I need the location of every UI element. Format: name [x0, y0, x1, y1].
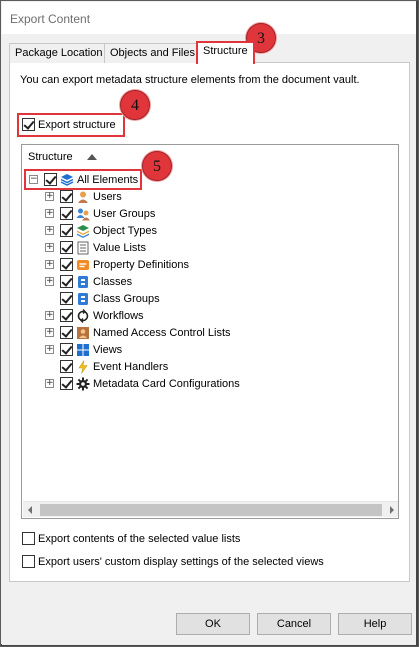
tree-row-named-access-control-lists[interactable]: + Named Access Control Lists: [45, 324, 231, 341]
metadata-card-configurations-label: Metadata Card Configurations: [93, 377, 240, 390]
export-display-settings-checkbox[interactable]: [22, 555, 35, 568]
all-elements-icon: [60, 173, 74, 187]
expand-icon[interactable]: +: [45, 260, 54, 269]
structure-tree: Structure − All Elements + Users + User …: [21, 144, 399, 519]
scroll-left-icon[interactable]: [28, 506, 32, 514]
ok-button[interactable]: OK: [176, 613, 250, 635]
callout-badge-5: 5: [142, 151, 172, 181]
sort-ascending-icon: [86, 154, 97, 160]
class-groups-label: Class Groups: [93, 292, 160, 305]
collapse-icon[interactable]: −: [29, 175, 38, 184]
users-checkbox[interactable]: [60, 190, 73, 203]
event-handlers-label: Event Handlers: [93, 360, 169, 373]
class-groups-checkbox[interactable]: [60, 292, 73, 305]
expand-icon[interactable]: +: [45, 226, 54, 235]
tree-row-class-groups[interactable]: Class Groups: [45, 290, 160, 307]
tree-row-all-elements[interactable]: − All Elements: [29, 171, 138, 188]
export-content-dialog: Export Content Package Location Objects …: [0, 0, 419, 647]
structure-column-header[interactable]: Structure: [28, 151, 97, 163]
workflows-checkbox[interactable]: [60, 309, 73, 322]
expand-icon[interactable]: +: [45, 311, 54, 320]
expand-icon[interactable]: +: [45, 277, 54, 286]
cancel-button[interactable]: Cancel: [257, 613, 331, 635]
export-display-settings-option[interactable]: Export users' custom display settings of…: [22, 555, 324, 568]
property-definitions-label: Property Definitions: [93, 258, 189, 271]
export-structure-label: Export structure: [38, 118, 116, 131]
tab-structure[interactable]: Structure: [196, 41, 255, 64]
user-groups-checkbox[interactable]: [60, 207, 73, 220]
named-acl-icon: [76, 326, 90, 340]
description-text: You can export metadata structure elemen…: [20, 74, 360, 86]
property-definitions-checkbox[interactable]: [60, 258, 73, 271]
callout-badge-4: 4: [120, 90, 150, 120]
tree-row-event-handlers[interactable]: Event Handlers: [45, 358, 168, 375]
tab-strip: Package Location Objects and Files Struc…: [9, 41, 409, 64]
value-lists-icon: [76, 241, 90, 255]
help-button[interactable]: Help: [338, 613, 412, 635]
tree-row-users[interactable]: + Users: [45, 188, 122, 205]
views-icon: [76, 343, 90, 357]
tree-row-object-types[interactable]: + Object Types: [45, 222, 157, 239]
export-structure-check[interactable]: [22, 118, 35, 131]
views-checkbox[interactable]: [60, 343, 73, 356]
dialog-title: Export Content: [10, 12, 91, 26]
export-structure-checkbox[interactable]: Export structure: [22, 118, 116, 131]
expand-icon[interactable]: +: [45, 243, 54, 252]
metadata-card-configurations-checkbox[interactable]: [60, 377, 73, 390]
named-acl-label: Named Access Control Lists: [93, 326, 231, 339]
views-label: Views: [93, 343, 123, 356]
gear-icon: [76, 377, 90, 391]
scrollbar-thumb[interactable]: [40, 504, 382, 516]
scroll-right-icon[interactable]: [390, 506, 394, 514]
classes-checkbox[interactable]: [60, 275, 73, 288]
export-value-lists-option[interactable]: Export contents of the selected value li…: [22, 532, 240, 545]
expand-icon[interactable]: +: [45, 345, 54, 354]
tree-row-workflows[interactable]: + Workflows: [45, 307, 144, 324]
object-types-checkbox[interactable]: [60, 224, 73, 237]
expand-icon[interactable]: +: [45, 328, 54, 337]
tree-row-views[interactable]: + Views: [45, 341, 122, 358]
title-bar: Export Content: [2, 2, 416, 34]
workflows-icon: [76, 308, 90, 323]
property-definitions-icon: [76, 258, 90, 272]
all-elements-checkbox[interactable]: [44, 173, 57, 186]
named-acl-checkbox[interactable]: [60, 326, 73, 339]
user-groups-icon: [76, 207, 90, 221]
value-lists-checkbox[interactable]: [60, 241, 73, 254]
object-types-label: Object Types: [93, 224, 157, 237]
tree-row-metadata-card-configurations[interactable]: + Metadata Card Configurations: [45, 375, 240, 392]
tab-package-location[interactable]: Package Location: [9, 43, 109, 63]
user-icon: [76, 190, 90, 204]
event-handlers-checkbox[interactable]: [60, 360, 73, 373]
user-groups-label: User Groups: [93, 207, 156, 220]
tree-row-classes[interactable]: + Classes: [45, 273, 132, 290]
tree-row-property-definitions[interactable]: + Property Definitions: [45, 256, 189, 273]
structure-header-label: Structure: [28, 151, 73, 163]
event-handlers-icon: [76, 359, 90, 374]
classes-label: Classes: [93, 275, 133, 288]
users-label: Users: [93, 190, 122, 203]
tab-objects-and-files[interactable]: Objects and Files: [104, 43, 201, 63]
all-elements-label: All Elements: [77, 173, 139, 186]
classes-icon: [76, 275, 90, 289]
object-types-icon: [76, 224, 90, 238]
expand-icon[interactable]: +: [45, 192, 54, 201]
horizontal-scrollbar[interactable]: [23, 501, 398, 517]
tree-row-user-groups[interactable]: + User Groups: [45, 205, 155, 222]
export-value-lists-checkbox[interactable]: [22, 532, 35, 545]
export-value-lists-label: Export contents of the selected value li…: [38, 532, 241, 545]
export-display-settings-label: Export users' custom display settings of…: [38, 555, 324, 568]
expand-icon[interactable]: +: [45, 209, 54, 218]
expand-icon[interactable]: +: [45, 379, 54, 388]
class-groups-icon: [76, 292, 90, 306]
workflows-label: Workflows: [93, 309, 144, 322]
tree-row-value-lists[interactable]: + Value Lists: [45, 239, 146, 256]
value-lists-label: Value Lists: [93, 241, 146, 254]
